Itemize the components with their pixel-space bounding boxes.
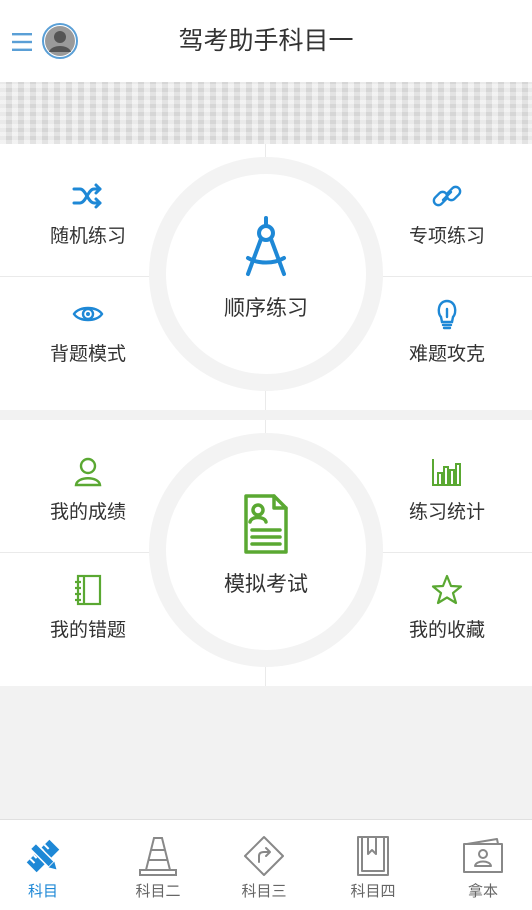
compass-icon: [246, 216, 286, 276]
eye-icon: [72, 306, 104, 322]
tab-get-license[interactable]: 拿本: [430, 820, 532, 910]
id-card-icon: [463, 838, 503, 873]
random-practice-label: 随机练习: [49, 225, 126, 247]
banner-pattern: [0, 82, 532, 144]
my-mistakes-label: 我的错题: [49, 619, 126, 641]
tab-label: 科目四: [350, 882, 396, 900]
special-practice-button[interactable]: 专项练习: [372, 179, 522, 279]
records-section: 我的成绩 练习统计 我的错题 我的收藏 模拟考试: [0, 420, 532, 686]
sequential-practice-button[interactable]: 顺序练习: [166, 174, 366, 374]
mock-exam-label: 模拟考试: [224, 572, 308, 596]
tab-subject-4[interactable]: 科目四: [320, 820, 426, 910]
memorize-mode-button[interactable]: 背题模式: [13, 297, 163, 397]
traffic-cone-icon: [139, 837, 177, 876]
special-practice-label: 专项练习: [408, 225, 485, 247]
tab-subject-2[interactable]: 科目二: [105, 820, 211, 910]
practice-stats-button[interactable]: 练习统计: [372, 455, 522, 555]
memorize-mode-label: 背题模式: [49, 343, 126, 365]
practice-section: 随机练习 专项练习 背题模式 难题攻克 顺序练习: [0, 144, 532, 410]
my-scores-button[interactable]: 我的成绩: [13, 455, 163, 555]
tab-subject-3[interactable]: 科目三: [211, 820, 317, 910]
tab-label: 拿本: [467, 882, 498, 900]
sequential-practice-label: 顺序练习: [224, 296, 308, 320]
tab-label: 科目三: [241, 882, 287, 900]
my-scores-label: 我的成绩: [49, 501, 126, 523]
shuffle-icon: [72, 183, 102, 209]
user-icon: [74, 457, 102, 487]
bookmark-book-icon: [357, 836, 389, 876]
bar-chart-icon: [432, 459, 461, 486]
lightbulb-icon: [437, 299, 457, 330]
bottom-tab-bar: 科目 科目二 科目三 科目四 拿本: [0, 819, 532, 910]
tab-label: 科目: [27, 882, 58, 900]
star-icon: [431, 574, 463, 605]
hard-questions-label: 难题攻克: [408, 343, 485, 365]
tab-subject-1[interactable]: 科目: [0, 820, 96, 910]
tab-label: 科目二: [135, 882, 181, 900]
mock-exam-button[interactable]: 模拟考试: [166, 450, 366, 650]
my-mistakes-button[interactable]: 我的错题: [13, 573, 163, 673]
random-practice-button[interactable]: 随机练习: [13, 179, 163, 279]
page-title: 驾考助手科目一: [178, 26, 354, 55]
practice-stats-label: 练习统计: [408, 501, 485, 523]
hard-questions-button[interactable]: 难题攻克: [372, 297, 522, 397]
pencil-ruler-icon: [26, 839, 60, 873]
exam-document-icon: [244, 494, 288, 554]
app-header: 驾考助手科目一: [0, 0, 532, 82]
my-favorites-button[interactable]: 我的收藏: [372, 573, 522, 673]
my-favorites-label: 我的收藏: [408, 619, 485, 641]
notebook-icon: [75, 574, 102, 606]
link-icon: [432, 185, 462, 207]
turn-sign-icon: [244, 836, 284, 876]
